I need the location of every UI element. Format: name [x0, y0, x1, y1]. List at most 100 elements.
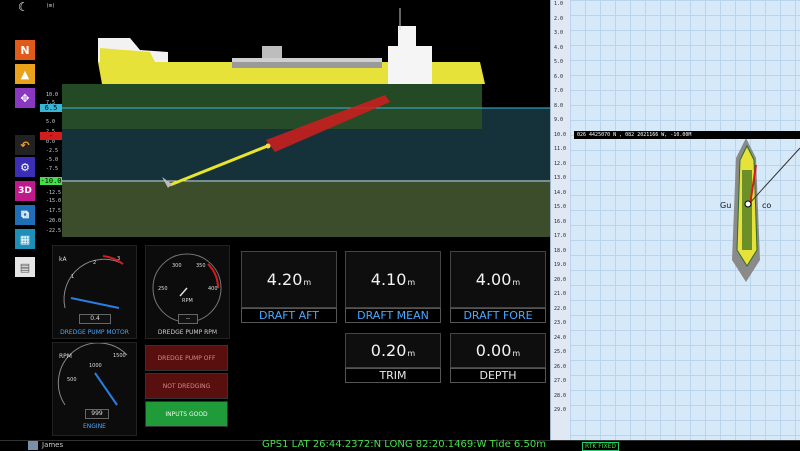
- depth-scale-mark: 12.0: [554, 160, 567, 167]
- dredge-side-view: (m) 10.0 7.5 5.0 2.5 0.0 -2.5 -5.0 -7.5 …: [40, 0, 550, 237]
- draft-aft-unit: m: [303, 277, 312, 287]
- depth-scale-mark: 15.0: [554, 204, 567, 210]
- depth-scale-mark: 2.0: [554, 15, 564, 22]
- depth-scale-mark: 27.0: [554, 378, 567, 384]
- scale-mark: -22.5: [46, 228, 62, 234]
- draft-mean-readout: 4.10 m: [345, 251, 441, 308]
- rpm-tick: 300: [172, 263, 182, 269]
- seabed-tag: -10.0: [40, 177, 62, 185]
- engine-value: 999: [85, 409, 109, 419]
- moon-icon[interactable]: ☾: [18, 0, 29, 14]
- depth-value: 0.00: [475, 341, 512, 360]
- user-avatar[interactable]: [28, 441, 38, 450]
- motor-tick: 3: [117, 256, 121, 262]
- table-button[interactable]: ▦: [15, 229, 35, 249]
- motor-tick: 2: [93, 260, 97, 266]
- left-toolbar: ☾ N ▲ ✥ ↶ ⚙ 3D ⧉ ▦ ▤: [0, 0, 40, 440]
- depth-scale-mark: 6.0: [554, 73, 564, 80]
- draft-aft-value: 4.20: [266, 270, 303, 289]
- depth-scale-mark: 20.0: [554, 276, 567, 283]
- chart-map-view[interactable]: Gu co: [570, 0, 800, 440]
- side-view-graphic: [62, 0, 550, 237]
- motor-tick: 1: [71, 274, 75, 280]
- center-vessel-button[interactable]: ✥: [15, 88, 35, 108]
- rpm-tick: 400: [208, 286, 218, 292]
- trim-value: 0.20: [370, 341, 407, 360]
- draft-mean-label: DRAFT MEAN: [345, 308, 441, 323]
- depth-scale-mark: 1.0: [554, 1, 564, 7]
- depth-scale-mark: 3.0: [554, 30, 564, 36]
- rpm-value: --: [178, 314, 198, 324]
- settings-button[interactable]: ⚙: [15, 157, 35, 177]
- waterline-tag: 6.5: [40, 104, 62, 112]
- depth-scale-mark: 24.0: [554, 334, 567, 341]
- scale-mark: 10.0: [46, 92, 59, 98]
- draft-mean-value: 4.10: [370, 270, 407, 289]
- vessel-label: Gu: [720, 201, 732, 210]
- dredge-pump-off-indicator[interactable]: DREDGE PUMP OFF: [145, 345, 228, 371]
- draft-aft-readout: 4.20 m: [241, 251, 337, 308]
- engine-label: ENGINE: [83, 423, 106, 430]
- draft-fore-readout: 4.00 m: [450, 251, 546, 308]
- engine-tick: 1500: [113, 353, 126, 359]
- depth-scale-mark: 28.0: [554, 392, 567, 399]
- scale-mark: -12.5: [46, 190, 62, 196]
- depth-scale-mark: 8.0: [554, 102, 564, 109]
- depth-label: DEPTH: [450, 368, 546, 383]
- not-dredging-indicator[interactable]: NOT DREDGING: [145, 373, 228, 399]
- trim-readout: 0.20 m: [345, 333, 441, 368]
- inputs-good-indicator[interactable]: INPUTS GOOD: [145, 401, 228, 427]
- layers-button[interactable]: ⧉: [15, 205, 35, 225]
- depth-scale-mark: 21.0: [554, 291, 567, 297]
- depth-scale-mark: 5.0: [554, 59, 564, 65]
- engine-tick: 1000: [89, 363, 102, 369]
- motor-value: 0.4: [79, 314, 111, 324]
- scale-mark: -20.0: [46, 218, 62, 224]
- depth-scale-mark: 18.0: [554, 247, 567, 254]
- unit-label: (m): [46, 3, 56, 9]
- scale-mark: -5.0: [46, 157, 59, 163]
- depth-scale-mark: 29.0: [554, 407, 567, 413]
- scale-mark: -15.0: [46, 198, 62, 204]
- dredge-pump-motor-gauge: kA 1 2 3 0.4 DREDGE PUMP MOTOR: [52, 245, 137, 339]
- depth-scale-mark: 10.0: [554, 131, 567, 138]
- draft-aft-label: DRAFT AFT: [241, 308, 337, 323]
- motor-label: DREDGE PUMP MOTOR: [60, 329, 129, 336]
- depth-scale-mark: 25.0: [554, 349, 567, 355]
- coordinate-readout: 026 4425070 N , 082 2021166 W, -10.00M: [574, 131, 800, 139]
- gps-tide-status: GPS1 LAT 26:44.2372:N LONG 82:20.1469:W …: [262, 439, 546, 450]
- user-name: James: [42, 441, 64, 449]
- draft-mean-unit: m: [407, 277, 416, 287]
- view-3d-button[interactable]: 3D: [15, 181, 35, 201]
- depth-scale-mark: 14.0: [554, 189, 567, 196]
- engine-unit: RPM: [59, 353, 72, 360]
- trim-unit: m: [407, 348, 416, 358]
- depth-scale-mark: 19.0: [554, 262, 567, 268]
- rpm-label: DREDGE PUMP RPM: [157, 329, 218, 336]
- hull-tag: -: [40, 132, 62, 140]
- depth-scale-mark: 9.0: [554, 117, 564, 123]
- depth-scale-mark: 26.0: [554, 363, 567, 370]
- depth-scale-mark: 13.0: [554, 175, 567, 181]
- depth-scale-mark: 17.0: [554, 233, 567, 239]
- depth-scale-mark: 4.0: [554, 44, 564, 51]
- motor-unit: kA: [59, 256, 67, 263]
- depth-scale-mark: 16.0: [554, 218, 567, 225]
- depth-scale-mark: 23.0: [554, 320, 567, 326]
- scale-mark: 5.0: [46, 119, 56, 125]
- notes-button[interactable]: ▤: [15, 257, 35, 277]
- depth-scale-mark: 7.0: [554, 88, 564, 94]
- draft-fore-unit: m: [512, 277, 521, 287]
- nav-mode-button[interactable]: ▲: [15, 64, 35, 84]
- vessel-label-2: co: [762, 201, 772, 210]
- depth-scale-mark: 22.0: [554, 305, 567, 312]
- scale-mark: -7.5: [46, 166, 59, 172]
- dredge-pump-rpm-gauge: 300 350 250 400 RPM -- DREDGE PUMP RPM: [145, 245, 230, 339]
- undo-button[interactable]: ↶: [15, 135, 35, 155]
- depth-readout: 0.00 m: [450, 333, 546, 368]
- engine-gauge: RPM 500 1000 1500 999 ENGINE: [52, 342, 137, 436]
- depth-scale-strip: 1.0 2.0 3.0 4.0 5.0 6.0 7.0 8.0 9.0 10.0 11.0 12.0 1…: [550, 0, 571, 440]
- depth-unit: m: [512, 348, 521, 358]
- north-up-button[interactable]: N: [15, 40, 35, 60]
- draft-fore-value: 4.00: [475, 270, 512, 289]
